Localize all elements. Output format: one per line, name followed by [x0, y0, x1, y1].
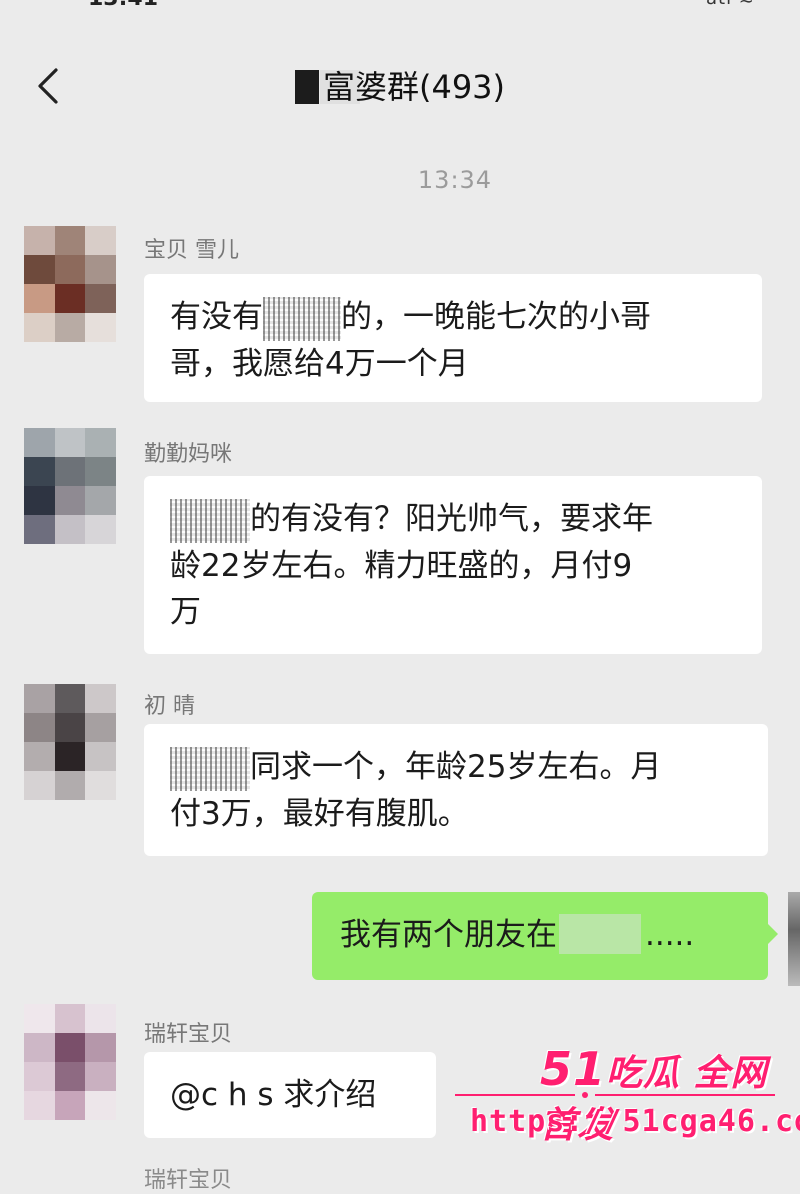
message-line: @c h s 求介绍	[170, 1077, 377, 1113]
message-line: 有没有 的，一晚能七次的小哥	[170, 294, 736, 341]
message-bubble[interactable]: 同求一个，年龄25岁左右。月 付3万，最好有腹肌。	[144, 724, 768, 856]
sender-name: 勤勤妈咪	[144, 442, 233, 467]
sender-name: 初 晴	[144, 694, 195, 719]
sender-name: 瑞轩宝贝	[144, 1022, 233, 1047]
redacted-mosaic	[263, 296, 341, 341]
message-text: .....	[645, 917, 695, 953]
message-timestamp: 13:34	[417, 166, 493, 194]
chat-title-text: 富婆群(493)	[322, 68, 506, 106]
message-line: 的有没有？阳光帅气，要求年	[170, 496, 736, 543]
chat-header: 富婆群(493)	[0, 40, 800, 136]
watermark-lines	[455, 1092, 775, 1098]
redacted-mosaic	[170, 746, 250, 791]
bubble-tail	[768, 924, 778, 944]
message-bubble[interactable]: 有没有 的，一晚能七次的小哥 哥，我愿给4万一个月	[144, 274, 762, 402]
message-line: 同求一个，年龄25岁左右。月	[170, 744, 742, 791]
message-text: 的有没有？阳光帅气，要求年	[250, 501, 653, 537]
message-bubble[interactable]: 的有没有？阳光帅气，要求年 龄22岁左右。精力旺盛的，月付9 万	[144, 476, 762, 654]
message-bubble[interactable]: @c h s 求介绍	[144, 1052, 436, 1138]
message-line: 万	[170, 593, 201, 630]
avatar[interactable]	[24, 226, 116, 342]
chat-title: 富婆群(493)	[0, 62, 800, 108]
status-time: 13:41	[88, 0, 158, 11]
message-text: 的，一晚能七次的小哥	[341, 299, 651, 335]
avatar[interactable]	[24, 684, 116, 800]
self-message-bubble[interactable]: 我有两个朋友在.....	[312, 892, 778, 980]
message-line: 付3万，最好有腹肌。	[170, 795, 469, 832]
message-text: 我有两个朋友在	[340, 917, 557, 953]
signal-icon: atl ≋	[706, 0, 755, 9]
title-black-redaction	[294, 70, 319, 104]
message-line: 龄22岁左右。精力旺盛的，月付9	[170, 547, 633, 584]
message-text: 同求一个，年龄25岁左右。月	[250, 749, 662, 785]
sender-name: 宝贝 雪儿	[144, 238, 239, 263]
status-bar: 13:41 atl ≋	[0, 0, 800, 12]
message-line: 哥，我愿给4万一个月	[170, 345, 469, 382]
watermark-number: 51	[540, 1042, 607, 1096]
avatar[interactable]	[24, 428, 116, 544]
watermark-url: https://51cga46.com	[470, 1104, 800, 1139]
message-text: 有没有	[170, 299, 263, 335]
redacted-mosaic	[170, 498, 250, 543]
redacted-block	[559, 913, 641, 954]
avatar[interactable]	[24, 1004, 116, 1120]
sender-name: 瑞轩宝贝	[144, 1168, 233, 1193]
self-avatar-edge	[788, 892, 800, 986]
